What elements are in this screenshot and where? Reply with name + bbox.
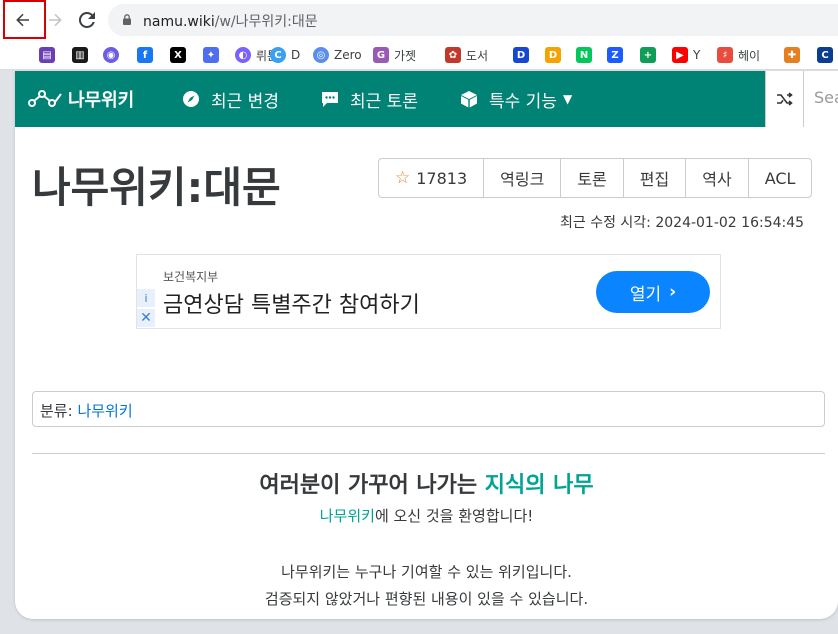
- c-dark-icon: C: [817, 47, 833, 63]
- purple-circle-icon: ◉: [103, 47, 119, 63]
- category-label: 분류:: [40, 402, 78, 420]
- backlinks-button[interactable]: 역링크: [484, 159, 562, 197]
- bookmark-g[interactable]: G 가젯: [373, 45, 416, 65]
- bookmark-z[interactable]: Z: [607, 45, 628, 65]
- bookmark-n[interactable]: N: [576, 45, 597, 65]
- z-icon: Z: [607, 47, 623, 63]
- bookmark-gift[interactable]: ✚: [784, 45, 805, 65]
- acl-button[interactable]: ACL: [749, 159, 812, 197]
- ad-close-icon[interactable]: ✕: [137, 309, 155, 327]
- advertisement[interactable]: 보건복지부 금연상담 특별주간 참여하기 열기 › i ✕: [136, 254, 721, 329]
- ad-sponsor: 보건복지부: [163, 270, 219, 284]
- bookmark-youtube[interactable]: ▶ Y: [672, 45, 700, 65]
- bookmark-label: Zero: [334, 48, 362, 62]
- comment-icon: [320, 89, 340, 109]
- document-actions: ☆ 17813 역링크 토론 편집 역사 ACL: [378, 158, 813, 198]
- youtube-icon: ▶: [672, 47, 688, 63]
- welcome-description: 나무위키는 누구나 기여할 수 있는 위키입니다. 검증되지 않았거나 편향된 …: [264, 563, 589, 608]
- bookmark-zero[interactable]: ◎ Zero: [313, 45, 362, 65]
- category-link[interactable]: 나무위키: [77, 402, 132, 420]
- search-input[interactable]: Sea: [803, 71, 838, 127]
- random-page-button[interactable]: [765, 71, 803, 127]
- lock-icon: [123, 14, 131, 25]
- bookmark-purple-circle[interactable]: ◉: [103, 45, 124, 65]
- star-icon: ☆: [395, 168, 411, 188]
- reload-button[interactable]: [73, 6, 101, 34]
- welcome-heading: 여러분이 가꾸어 나가는 지식의 나무: [259, 473, 594, 498]
- discuss-button[interactable]: 토론: [561, 159, 624, 197]
- bookmark-label: D: [291, 48, 301, 62]
- bookmark-clapperboard[interactable]: ▤: [39, 45, 60, 65]
- bookmark-label: 도서: [466, 48, 489, 63]
- url-text: namu.wiki/w/나무위키:대문: [143, 14, 318, 30]
- clapperboard-icon: ▤: [39, 47, 55, 63]
- category-box: 분류: 나무위키: [32, 391, 825, 427]
- nav-recent-changes[interactable]: 최근 변경: [181, 88, 279, 112]
- compass-icon: [181, 89, 201, 109]
- shuffle-icon: [776, 92, 793, 106]
- caret-down-icon: ▼: [562, 92, 573, 106]
- bookmark-label: 헤이: [738, 48, 761, 63]
- brand-logo[interactable]: 나무위키: [28, 87, 134, 111]
- top-navbar: 나무위키 최근 변경 최근 토론 특수 기능 ▼ Sea: [15, 71, 838, 127]
- last-modified: 최근 수정 시각: 2024-01-02 16:54:45: [560, 215, 805, 231]
- star-count: 17813: [416, 168, 468, 188]
- bookmark-d-color[interactable]: D: [545, 45, 566, 65]
- history-button[interactable]: 역사: [686, 159, 749, 197]
- bookmark-chart[interactable]: ▥: [72, 45, 93, 65]
- hey-icon: ♯: [717, 47, 733, 63]
- bookmark-x[interactable]: X: [170, 45, 191, 65]
- arrow-right-icon: [49, 13, 62, 27]
- x-icon: X: [170, 47, 186, 63]
- nav-special-functions[interactable]: 특수 기능 ▼: [459, 88, 573, 112]
- cube-icon: [459, 89, 479, 109]
- c-icon: C: [270, 47, 286, 63]
- n-icon: N: [576, 47, 592, 63]
- bookmark-c-dark[interactable]: C: [817, 45, 838, 65]
- bookmark-label: Y: [693, 48, 701, 62]
- edit-button[interactable]: 편집: [624, 159, 687, 197]
- star-button[interactable]: ☆ 17813: [379, 159, 485, 197]
- back-button-highlight: [3, 0, 46, 39]
- bookmark-hey[interactable]: ♯ 헤이: [717, 45, 760, 65]
- forward-button[interactable]: [41, 6, 69, 34]
- chevron-right-icon: ›: [669, 282, 677, 302]
- welcome-subtitle: 나무위키에 오신 것을 환영합니다!: [319, 507, 534, 525]
- namuwiki-logo-icon: [28, 90, 62, 107]
- zero-icon: ◎: [313, 47, 329, 63]
- welcome-namuwiki-link[interactable]: 나무위키: [320, 507, 375, 525]
- book-icon: ✿: [445, 47, 461, 63]
- bookmarks-bar: ▤ ▥ ◉ f X ✦ ◐ 뤼튼 C D ◎ Zero G 가젯 ✿ 도서 D D N Z + ▶ Y ♯ 헤이 ✚ C: [0, 40, 838, 70]
- bookmark-plus[interactable]: +: [640, 45, 661, 65]
- ad-open-button[interactable]: 열기 ›: [596, 271, 710, 313]
- g-icon: G: [373, 47, 389, 63]
- gift-icon: ✚: [784, 47, 800, 63]
- ad-info-icon[interactable]: i: [137, 289, 155, 307]
- bookmark-book[interactable]: ✿ 도서: [445, 45, 488, 65]
- address-bar[interactable]: namu.wiki/w/나무위키:대문: [108, 4, 838, 36]
- brand-name: 나무위키: [68, 90, 135, 111]
- plus-icon: +: [640, 47, 656, 63]
- page-title: 나무위키:대문: [32, 163, 281, 212]
- bookmark-sparkle[interactable]: ✦: [203, 45, 224, 65]
- d-blue-icon: D: [513, 47, 529, 63]
- sparkle-icon: ✦: [203, 47, 219, 63]
- bookmark-c[interactable]: CD: [270, 45, 300, 65]
- content-divider: [32, 453, 825, 454]
- bookmark-d-blue[interactable]: D: [513, 45, 534, 65]
- d-color-icon: D: [545, 47, 561, 63]
- browser-toolbar: namu.wiki/w/나무위키:대문: [0, 0, 838, 40]
- reload-icon: [79, 12, 95, 28]
- welcome-highlight: 지식의 나무: [484, 473, 594, 498]
- chart-icon: ▥: [72, 47, 88, 63]
- bookmark-label: 가젯: [394, 48, 417, 63]
- wrtn-icon: ◐: [235, 47, 251, 63]
- ad-headline[interactable]: 금연상담 특별주간 참여하기: [163, 287, 420, 319]
- web-page: 나무위키 최근 변경 최근 토론 특수 기능 ▼ Sea 나무위키: [15, 71, 838, 619]
- facebook-icon: f: [137, 47, 153, 63]
- nav-recent-discuss[interactable]: 최근 토론: [320, 88, 418, 112]
- bookmark-facebook[interactable]: f: [137, 45, 158, 65]
